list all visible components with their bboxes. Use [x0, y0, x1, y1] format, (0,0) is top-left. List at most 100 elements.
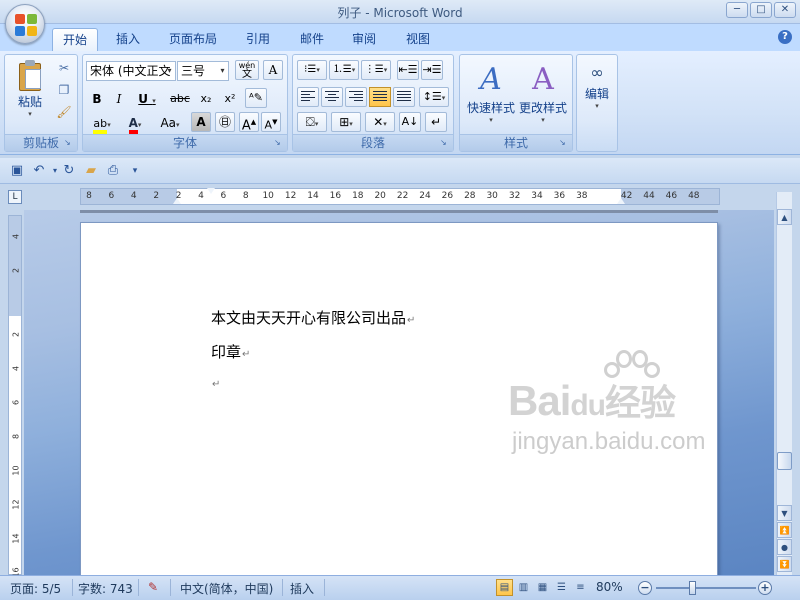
draft-view-icon[interactable]: ≡ [572, 579, 589, 596]
insert-mode[interactable]: 插入 [290, 580, 314, 597]
page-indicator[interactable]: 页面: 5/5 [10, 580, 61, 597]
change-styles-button[interactable]: A 更改样式 ▾ [514, 61, 572, 124]
help-icon[interactable]: ? [778, 30, 792, 44]
numbering-button[interactable]: ⒈☰▾ [329, 60, 359, 80]
enclose-char-icon[interactable]: ㊐ [215, 112, 235, 132]
font-name-combo[interactable]: 宋体 (中文正文 ▾ [86, 61, 176, 81]
redo-icon[interactable]: ↻ [60, 162, 78, 180]
zoom-in-icon[interactable]: + [758, 581, 772, 595]
proofing-icon[interactable]: ✎ [148, 580, 158, 594]
shading-button[interactable]: ⛋▾ [297, 112, 327, 132]
zoom-level[interactable]: 80% [596, 580, 623, 594]
paste-button[interactable]: 粘贴 ▾ [9, 59, 51, 118]
copy-icon[interactable]: ❐ [55, 81, 73, 99]
document-line[interactable]: 本文由天天开心有限公司出品↵ [211, 307, 415, 328]
paragraph-launcher-icon[interactable]: ↘ [440, 138, 450, 148]
tab-selector-icon[interactable]: L [8, 190, 22, 204]
word-count[interactable]: 字数: 743 [78, 580, 133, 597]
align-left-button[interactable] [297, 87, 319, 107]
sort-button[interactable]: A↓ [399, 112, 421, 132]
borders-button[interactable]: ⊞▾ [331, 112, 361, 132]
open-folder-icon[interactable]: ▰ [82, 162, 100, 180]
char-border-button[interactable]: A [263, 60, 283, 80]
pinyin-guide-button[interactable]: wén 文 [235, 60, 259, 80]
tab-view[interactable]: 视图 [396, 28, 440, 51]
hanging-indent-marker[interactable] [173, 198, 181, 204]
document-line[interactable]: 印章↵ [211, 341, 250, 362]
horizontal-ruler[interactable]: 8 6 4 2 2 4 6 8 10 12 14 16 18 20 22 24 26 28 30 32 34 36 38 42… [80, 188, 720, 205]
bold-button[interactable]: B [87, 89, 107, 109]
minimize-button[interactable]: ─ [726, 2, 748, 18]
customize-qat-icon[interactable]: ▾ [126, 162, 144, 180]
justify-icon [373, 91, 387, 103]
cut-icon[interactable]: ✂ [55, 59, 73, 77]
justify-button[interactable] [369, 87, 391, 107]
paste-icon [15, 59, 45, 93]
zoom-slider-track[interactable] [656, 587, 756, 589]
tab-home[interactable]: 开始 [52, 28, 98, 51]
grow-font-button[interactable]: A▲ [239, 112, 259, 133]
next-page-icon[interactable]: ⏬ [777, 556, 792, 572]
first-line-indent-marker[interactable] [207, 188, 215, 194]
office-button[interactable] [5, 4, 45, 44]
vertical-ruler[interactable]: 4 2 2 4 6 8 10 12 14 16 [8, 215, 22, 578]
right-indent-marker[interactable] [617, 198, 625, 204]
highlight-button[interactable]: ab▾ [87, 113, 117, 134]
font-size-combo[interactable]: 三号 ▾ [177, 61, 229, 81]
tab-mailings[interactable]: 邮件 [290, 28, 334, 51]
change-case-button[interactable]: Aa▾ [153, 113, 187, 133]
subscript-button[interactable]: x₂ [195, 89, 217, 109]
tab-insert[interactable]: 插入 [106, 28, 150, 51]
vertical-scrollbar[interactable]: ▲ ▼ ⏫ ● ⏬ [776, 192, 792, 575]
zoom-slider-thumb[interactable] [689, 581, 696, 595]
underline-button[interactable]: U ▾ [133, 89, 161, 109]
web-layout-icon[interactable]: ▦ [534, 579, 551, 596]
format-painter-icon[interactable]: 🖌 [55, 103, 73, 121]
bullets-button[interactable]: ⁝☰▾ [297, 60, 327, 80]
increase-indent-button[interactable]: ⇥☰ [421, 60, 443, 80]
shrink-font-button[interactable]: A▼ [261, 112, 281, 132]
quick-styles-button[interactable]: A 快速样式 ▾ [462, 61, 520, 124]
scroll-up-icon[interactable]: ▲ [777, 209, 792, 225]
print-layout-view-icon[interactable]: ▤ [496, 579, 513, 596]
align-right-button[interactable] [345, 87, 367, 107]
scroll-down-icon[interactable]: ▼ [777, 505, 792, 521]
save-icon[interactable]: ▣ [8, 162, 26, 180]
language-indicator[interactable]: 中文(简体，中国) [180, 580, 273, 597]
paragraph-group-label: 段落 [293, 134, 453, 151]
styles-launcher-icon[interactable]: ↘ [559, 138, 569, 148]
font-launcher-icon[interactable]: ↘ [274, 138, 284, 148]
zoom-out-icon[interactable]: − [638, 581, 652, 595]
previous-page-icon[interactable]: ⏫ [777, 522, 792, 538]
show-marks-icon[interactable]: ↵ [425, 112, 447, 132]
editing-button[interactable]: ∞ 编辑 ▾ [577, 61, 617, 110]
line-spacing-button[interactable]: ↕☰▾ [419, 87, 449, 107]
clear-format-icon[interactable]: ᴬ✎ [245, 88, 267, 108]
close-button[interactable]: ✕ [774, 2, 796, 18]
document-line[interactable]: ↵ [211, 373, 220, 391]
italic-button[interactable]: I [109, 89, 129, 109]
align-center-button[interactable] [321, 87, 343, 107]
char-shading-button[interactable]: A [191, 112, 211, 132]
tab-review[interactable]: 审阅 [342, 28, 386, 51]
multilevel-list-button[interactable]: ⋮☰▾ [361, 60, 391, 80]
document-workspace[interactable]: 本文由天天开心有限公司出品↵ 印章↵ ↵ Baidu经验 jingyan.bai… [24, 210, 774, 575]
chevron-down-icon: ▾ [220, 66, 225, 75]
distributed-button[interactable] [393, 87, 415, 107]
font-color-button[interactable]: A▾ [121, 113, 149, 134]
ribbon-tabs: 开始 插入 页面布局 引用 邮件 审阅 视图 [0, 24, 800, 51]
decrease-indent-button[interactable]: ⇤☰ [397, 60, 419, 80]
ruler-number: 24 [419, 191, 431, 201]
tab-page-layout[interactable]: 页面布局 [160, 28, 226, 51]
browse-object-icon[interactable]: ● [777, 539, 792, 555]
full-screen-reading-icon[interactable]: ▥ [515, 579, 532, 596]
scroll-thumb[interactable] [777, 452, 792, 470]
clipboard-launcher-icon[interactable]: ↘ [64, 138, 74, 148]
superscript-button[interactable]: x² [219, 89, 241, 109]
tab-references[interactable]: 引用 [236, 28, 280, 51]
chinese-layout-button[interactable]: ✕▾ [365, 112, 395, 132]
outline-view-icon[interactable]: ☰ [553, 579, 570, 596]
print-preview-icon[interactable]: ⎙ [104, 162, 122, 180]
strikethrough-button[interactable]: abc [167, 89, 193, 109]
maximize-button[interactable]: □ [750, 2, 772, 18]
